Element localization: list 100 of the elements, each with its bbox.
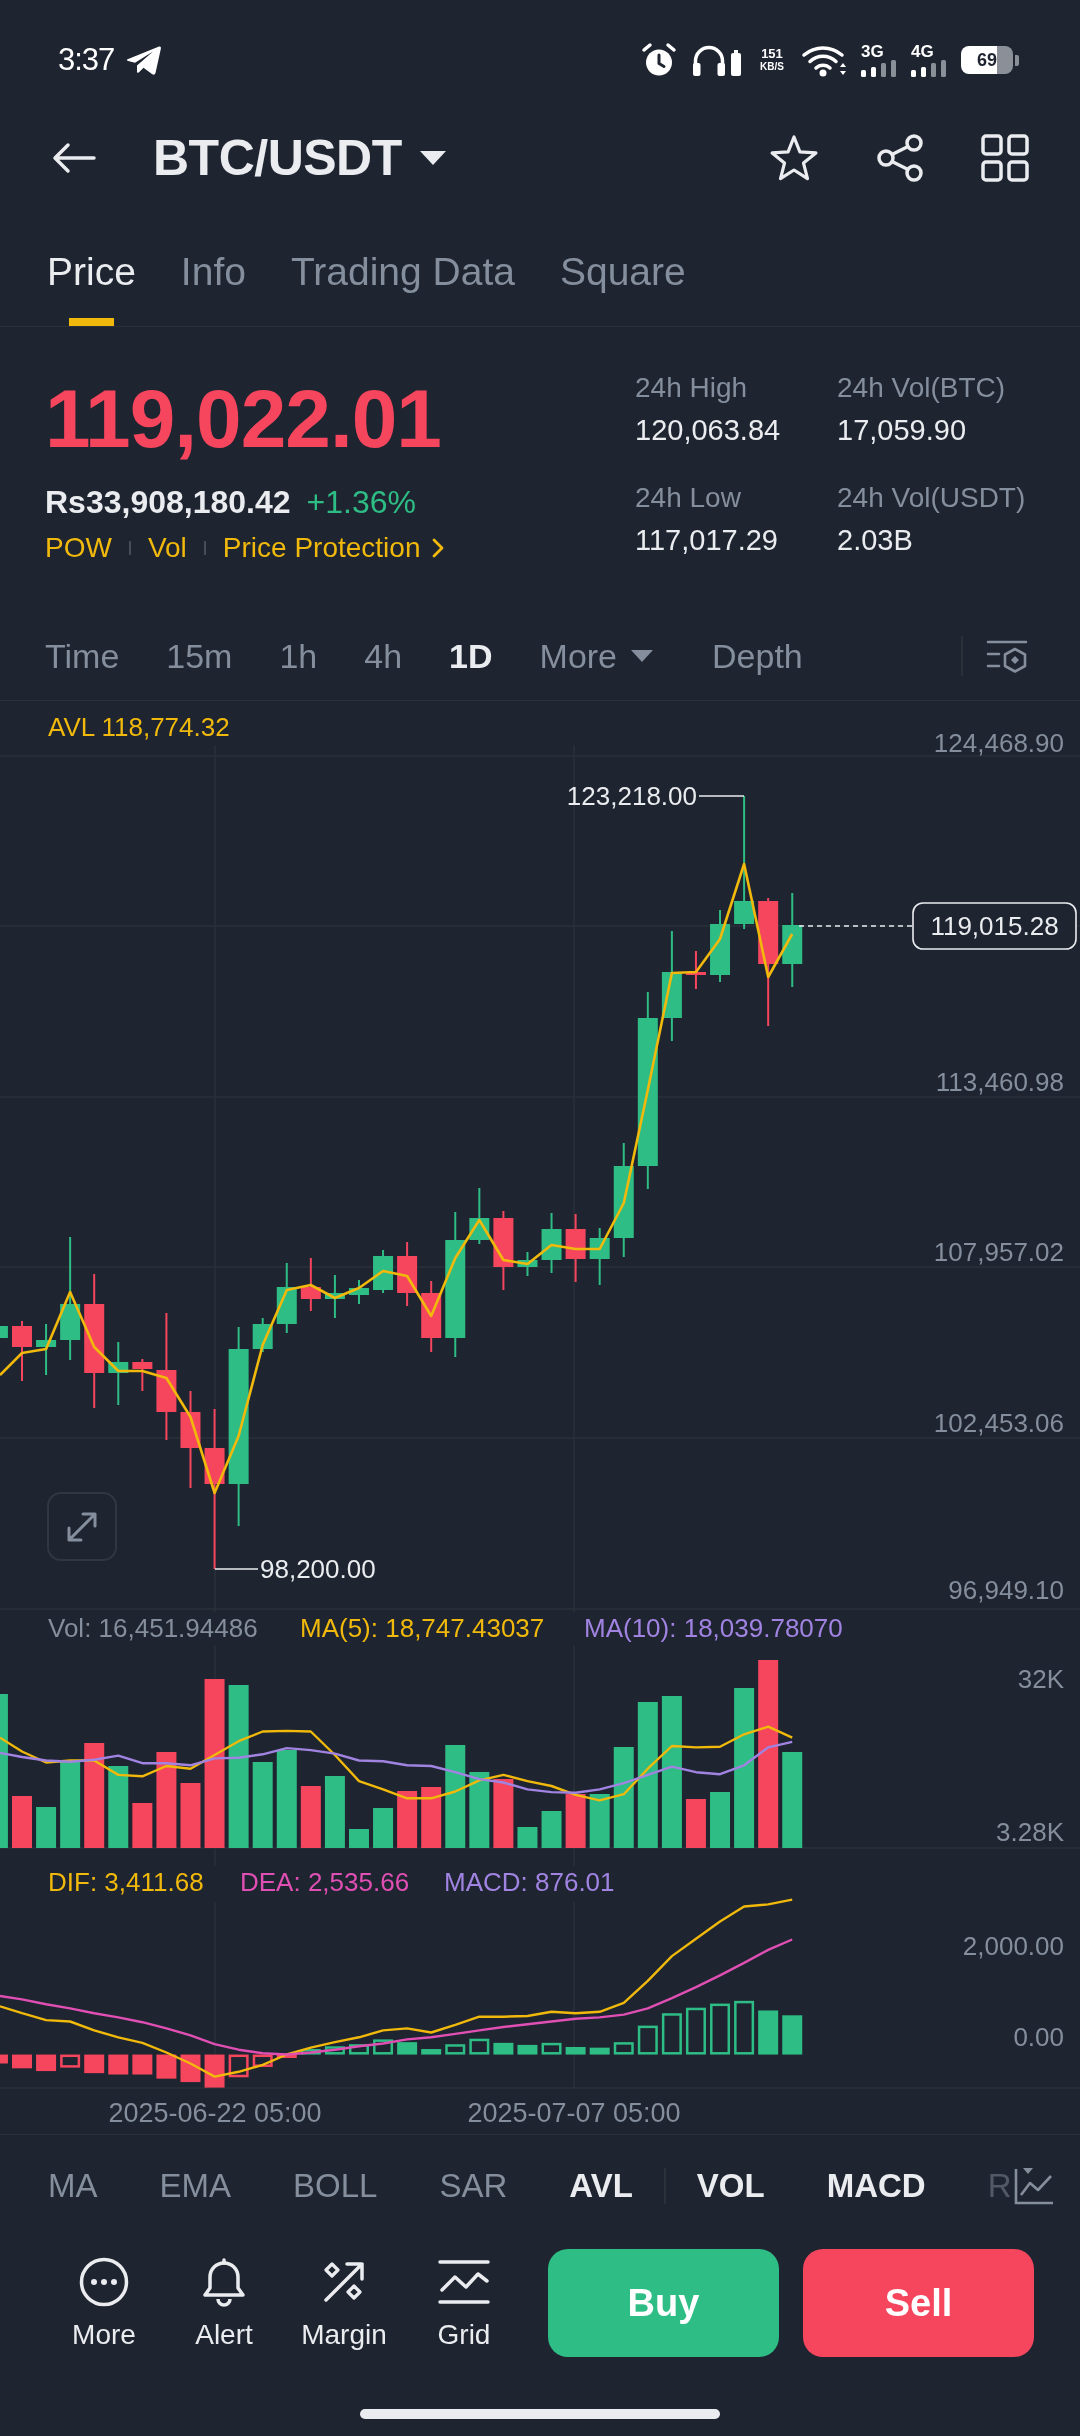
volume-bar [421,1787,442,1848]
grid-menu-icon[interactable] [980,133,1030,183]
network-type: 3G [861,43,884,60]
volume-bar [710,1792,731,1848]
star-icon[interactable] [768,134,820,182]
volume-bar [565,1794,586,1848]
indicator-tab[interactable]: SAR [439,2163,508,2208]
caret-down-icon [631,649,654,662]
volume-bar [517,1827,538,1848]
interval-tab[interactable]: Time [45,633,120,678]
more-dropdown[interactable]: More [539,633,654,678]
action-button[interactable]: Alert [174,2249,274,2352]
indicator-tab[interactable]: EMA [159,2163,231,2208]
macd-bar [589,2047,610,2055]
interval-tab[interactable]: 4h [364,633,403,678]
tab[interactable]: Info [180,248,246,326]
falling-candle [685,950,706,990]
indicator-tab[interactable]: BOLL [293,2163,378,2208]
tag-link[interactable]: Vol [147,531,187,565]
falling-candle [12,1320,32,1382]
interval-tab[interactable]: Depth [712,633,803,678]
volume-bar [36,1807,57,1848]
macd-bar [685,2007,706,2055]
rising-candle [373,1249,394,1294]
macd-axis-label: 2,000.00 [962,1931,1064,1961]
volume-bar [373,1808,394,1848]
macd-bar [252,2054,273,2067]
price-axis-label: 124,468.90 [933,728,1064,758]
falling-candle [132,1358,153,1392]
macd-bar [421,2049,442,2055]
price-axis-label: 102,453.06 [933,1408,1064,1438]
price-axis-label: 96,949.10 [948,1575,1064,1605]
macd-bar [276,2054,297,2058]
back-icon[interactable] [52,142,96,174]
volume-legend-label: MA(5): 18,747.43037 [300,1613,545,1643]
indicator-tab[interactable]: MA [48,2163,98,2208]
rising-candle [589,1227,610,1286]
alarm-clock-icon [641,42,677,78]
indicator-tab[interactable]: VOL [696,2163,765,2208]
pair-title[interactable]: BTC/USDT [153,128,402,188]
battery-indicator: 69 [961,46,1019,74]
line-chart-icon[interactable] [1013,2165,1055,2206]
leader-line [214,1568,259,1570]
headphones-icon [691,43,743,77]
price-axis-label: 107,957.02 [933,1237,1064,1267]
tab[interactable]: Square [559,248,686,326]
sell-button[interactable]: Sell [803,2249,1034,2357]
stat-label: 24h High [635,371,749,405]
macd-bar [204,2054,225,2088]
macd-bar [300,2049,321,2055]
speed-unit: KB/S [760,61,784,73]
macd-bar [758,2010,779,2055]
volume-bar [132,1803,153,1848]
stat-label: 24h Vol(BTC) [837,371,1007,405]
caret-down-icon[interactable] [419,151,446,165]
action-button[interactable]: Grid [414,2249,514,2352]
macd-bar [36,2054,57,2072]
volume-bar [324,1776,345,1848]
date-axis-label: 2025-06-22 05:00 [108,2098,322,2128]
tag-link[interactable]: POW [45,531,112,565]
action-button[interactable]: More [54,2249,154,2352]
macd-bar [493,2042,514,2055]
volume-bar [300,1786,321,1848]
tab[interactable]: Price [47,248,136,326]
macd-bar [782,2015,803,2055]
chevron-right-icon [432,538,445,558]
macd-bar [565,2046,586,2055]
macd-bar [349,2044,369,2055]
action-button[interactable]: Margin [294,2249,394,2352]
macd-bar [60,2054,81,2068]
expand-button[interactable] [47,1492,117,1561]
interval-tab[interactable]: 1D [449,633,493,678]
macd-bar [541,2042,562,2055]
macd-bar [661,2013,682,2055]
indicator-tab[interactable]: AVL [569,2163,633,2208]
share-icon[interactable] [875,133,925,183]
rising-candle [541,1212,562,1274]
macd-axis-label: 0.00 [1013,2022,1064,2052]
interval-tab[interactable]: 1h [279,633,318,678]
price-protection-link[interactable]: Price Protection [222,531,445,565]
network-speed: 151 [761,47,783,61]
volume-bar [493,1779,514,1848]
macd-bar [397,2042,418,2055]
indicator-tab[interactable]: MACD [826,2163,926,2208]
volume-bar [349,1829,369,1848]
leader-line [698,795,745,797]
volume-bar [12,1796,32,1848]
interval-tab[interactable]: 15m [166,633,233,678]
network-type: 4G [911,43,934,60]
status-time: 3:37 [58,42,115,78]
buy-button[interactable]: Buy [548,2249,779,2357]
tab[interactable]: Trading Data [290,248,515,326]
rising-candle [252,1317,273,1353]
stat-value: 17,059.90 [837,413,967,447]
macd-bar [84,2054,105,2074]
bell-icon [201,2257,247,2307]
macd-legend-label: DIF: 3,411.68 [48,1867,204,1897]
falling-candle [397,1241,418,1307]
macd-bar [228,2054,249,2078]
rising-candle [517,1251,538,1277]
